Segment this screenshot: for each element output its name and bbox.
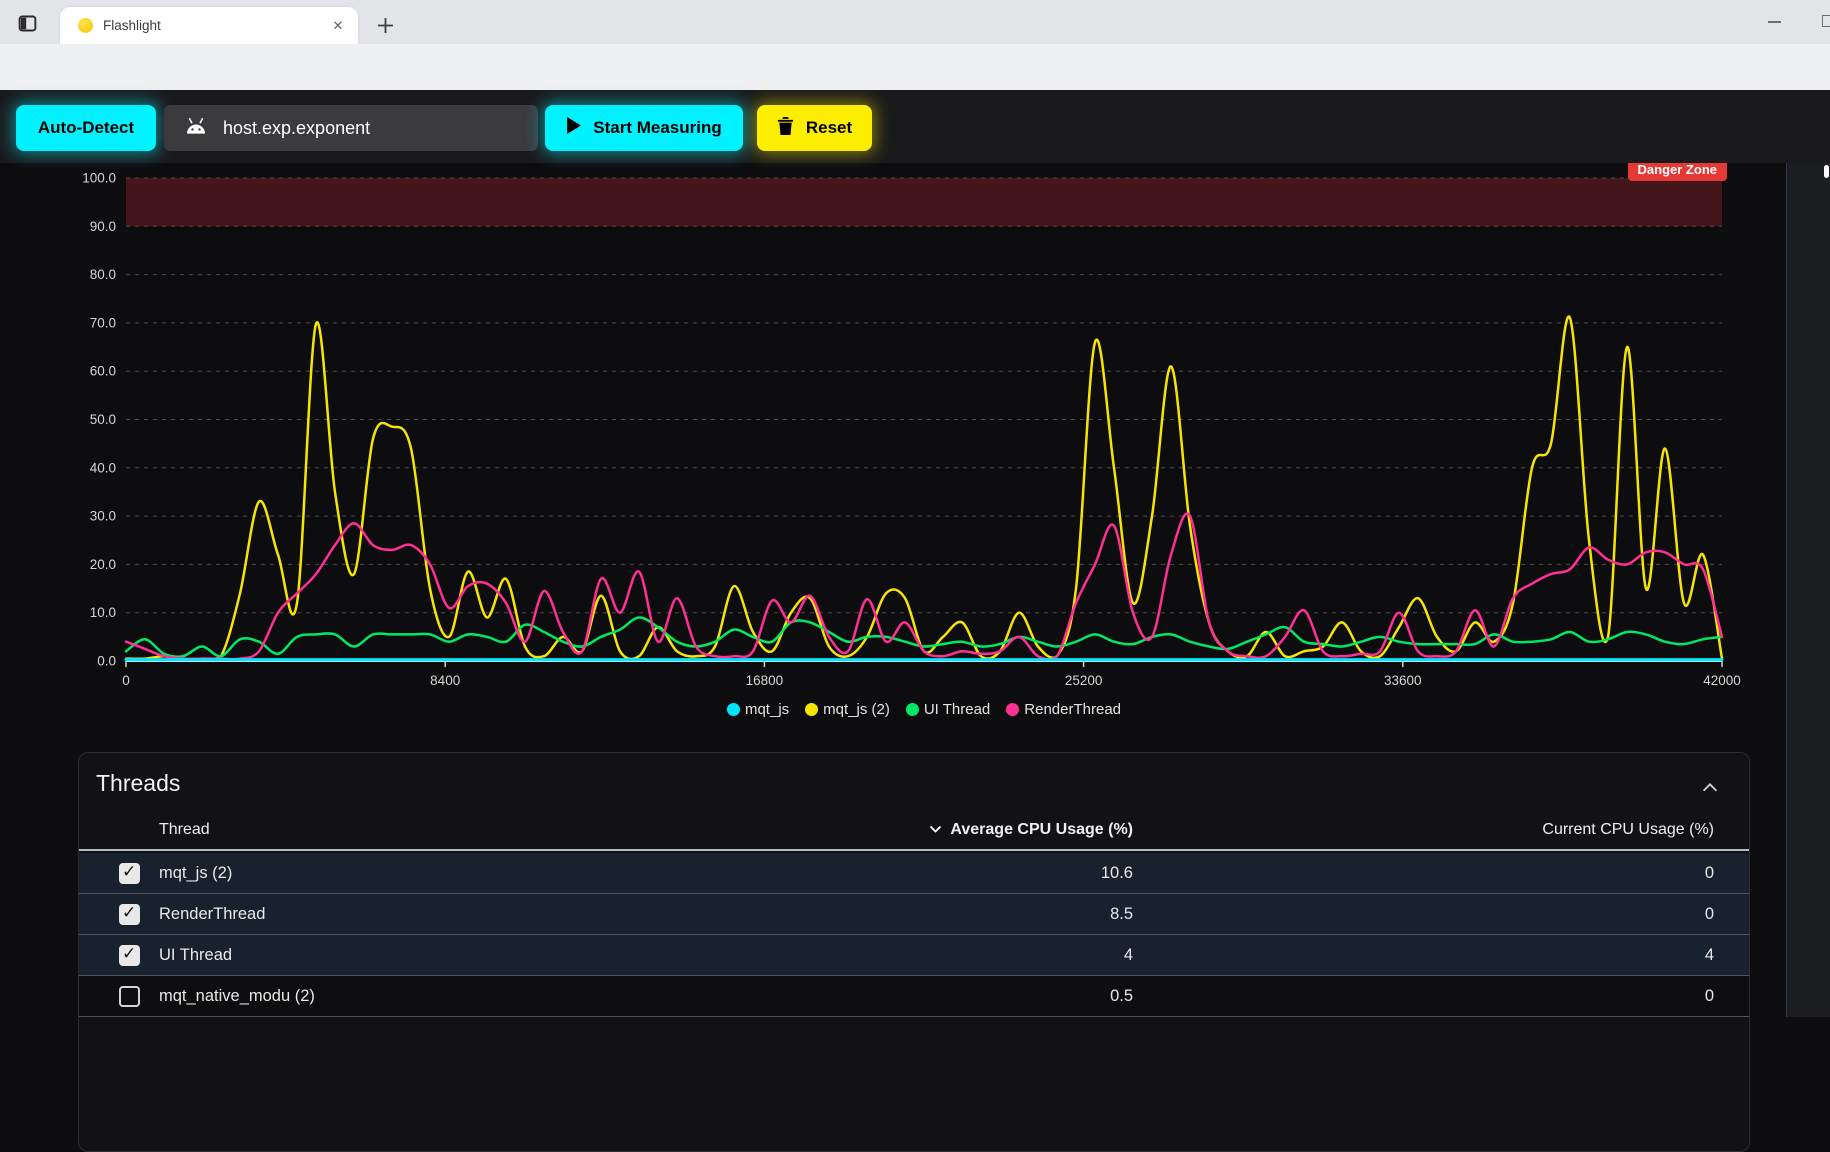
y-axis-label: 10.0	[90, 605, 116, 620]
thread-checkbox[interactable]	[119, 863, 140, 884]
start-measuring-label: Start Measuring	[593, 118, 721, 138]
table-row[interactable]: mqt_js (2) 10.6 0	[79, 853, 1749, 894]
reset-button[interactable]: Reset	[757, 105, 872, 151]
series-line-renderthread	[126, 514, 1722, 660]
window-maximize-icon[interactable]	[1822, 15, 1830, 27]
legend-dot	[805, 703, 818, 716]
page-right-gutter	[1786, 163, 1830, 1017]
column-average-cpu-label: Average CPU Usage (%)	[950, 821, 1133, 839]
x-axis-label: 33600	[1384, 673, 1422, 688]
legend-label: RenderThread	[1024, 701, 1121, 718]
legend-dot	[1006, 703, 1019, 716]
thread-current-cpu: 4	[1705, 946, 1714, 965]
column-average-cpu[interactable]: Average CPU Usage (%)	[929, 821, 1133, 839]
thread-name: mqt_js (2)	[159, 864, 559, 883]
thread-name: mqt_native_modu (2)	[159, 987, 559, 1006]
thread-avg-cpu: 10.6	[1101, 864, 1133, 883]
thread-current-cpu: 0	[1705, 864, 1714, 883]
y-axis-label: 20.0	[90, 557, 116, 572]
play-icon	[566, 117, 581, 139]
thread-checkbox[interactable]	[119, 945, 140, 966]
legend-label: mqt_js (2)	[823, 701, 890, 718]
table-row[interactable]: RenderThread 8.5 0	[79, 894, 1749, 935]
package-input[interactable]: host.exp.exponent	[164, 105, 538, 151]
app-toolbar: Auto-Detect host.exp.exponent Start Meas…	[0, 90, 1830, 163]
y-axis-label: 30.0	[90, 509, 116, 524]
reset-label: Reset	[806, 118, 852, 138]
y-axis-label: 0.0	[97, 654, 116, 669]
thread-current-cpu: 0	[1705, 905, 1714, 924]
cpu-usage-chart: 0.0 10.0 20.0 30.0 40.0 50.0 60.0 70.0 80.0 90.0 1…	[0, 163, 1830, 743]
y-axis-label: 80.0	[90, 267, 116, 282]
tab-actions-icon[interactable]	[12, 8, 42, 38]
auto-detect-button[interactable]: Auto-Detect	[16, 105, 156, 151]
thread-avg-cpu: 4	[1124, 946, 1133, 965]
y-axis-label: 40.0	[90, 460, 116, 475]
y-axis-label: 70.0	[90, 315, 116, 330]
legend-label: UI Thread	[924, 701, 990, 718]
legend-item-mqt-js-2-[interactable]: mqt_js (2)	[805, 701, 890, 718]
y-axis-label: 100.0	[82, 171, 116, 186]
trash-icon	[777, 116, 794, 140]
table-row[interactable]: mqt_native_modu (2) 0.5 0	[79, 976, 1749, 1017]
y-axis-label: 60.0	[90, 364, 116, 379]
collapse-chevron-up-icon[interactable]	[1699, 777, 1723, 801]
tab-title: Flashlight	[103, 18, 328, 33]
android-icon	[184, 116, 208, 140]
legend-label: mqt_js	[745, 701, 789, 718]
y-axis-label: 50.0	[90, 412, 116, 427]
tab-close-icon[interactable]: ✕	[328, 16, 348, 36]
flashlight-app: Auto-Detect host.exp.exponent Start Meas…	[0, 90, 1830, 1017]
danger-zone-badge: Danger Zone	[1628, 163, 1727, 181]
thread-avg-cpu: 0.5	[1110, 987, 1133, 1006]
thread-checkbox[interactable]	[119, 986, 140, 1007]
legend-item-mqt-js[interactable]: mqt_js	[727, 701, 789, 718]
tab-favicon	[78, 18, 93, 33]
address-bar-row: localhost:3000	[0, 44, 1830, 90]
thread-checkbox[interactable]	[119, 904, 140, 925]
threads-card: Threads Thread Average CPU Usage (%) Cur…	[78, 752, 1750, 1152]
legend-dot	[906, 703, 919, 716]
x-axis-label: 16800	[746, 673, 784, 688]
thread-name: UI Thread	[159, 946, 559, 965]
legend-dot	[727, 703, 740, 716]
series-line-mqt-js-2-	[126, 317, 1722, 659]
x-axis-label: 0	[122, 673, 130, 688]
browser-chrome: Flashlight ✕ localhost:3000	[0, 0, 1830, 90]
start-measuring-button[interactable]: Start Measuring	[545, 105, 743, 151]
package-name-value: host.exp.exponent	[223, 118, 370, 139]
x-axis-label: 8400	[430, 673, 460, 688]
x-axis-label: 42000	[1703, 673, 1741, 688]
new-tab-button[interactable]	[372, 12, 398, 38]
chart-canvas[interactable]: 0.0 10.0 20.0 30.0 40.0 50.0 60.0 70.0 80.0 90.0 1…	[0, 163, 1830, 708]
column-current-cpu[interactable]: Current CPU Usage (%)	[1542, 821, 1714, 839]
threads-title: Threads	[96, 770, 180, 797]
thread-name: RenderThread	[159, 905, 559, 924]
y-axis-label: 90.0	[90, 219, 116, 234]
scrollbar-thumb[interactable]	[1824, 165, 1829, 178]
thread-current-cpu: 0	[1705, 987, 1714, 1006]
column-thread[interactable]: Thread	[159, 821, 559, 839]
table-header-row: Thread Average CPU Usage (%) Current CPU…	[79, 811, 1749, 851]
table-row[interactable]: UI Thread 4 4	[79, 935, 1749, 976]
legend-item-renderthread[interactable]: RenderThread	[1006, 701, 1121, 718]
x-axis-label: 25200	[1065, 673, 1103, 688]
chart-legend: mqt_js mqt_js (2) UI Thread RenderThread	[0, 701, 1830, 718]
tab-strip: Flashlight ✕	[0, 0, 1830, 44]
table-body: mqt_js (2) 10.6 0 RenderThread 8.5 0 UI …	[79, 853, 1749, 1017]
sort-chevron-down-icon	[929, 821, 942, 839]
danger-zone-band	[126, 178, 1722, 226]
window-minimize-icon[interactable]	[1768, 21, 1781, 23]
thread-avg-cpu: 8.5	[1110, 905, 1133, 924]
browser-tab[interactable]: Flashlight ✕	[60, 7, 358, 44]
legend-item-ui-thread[interactable]: UI Thread	[906, 701, 990, 718]
